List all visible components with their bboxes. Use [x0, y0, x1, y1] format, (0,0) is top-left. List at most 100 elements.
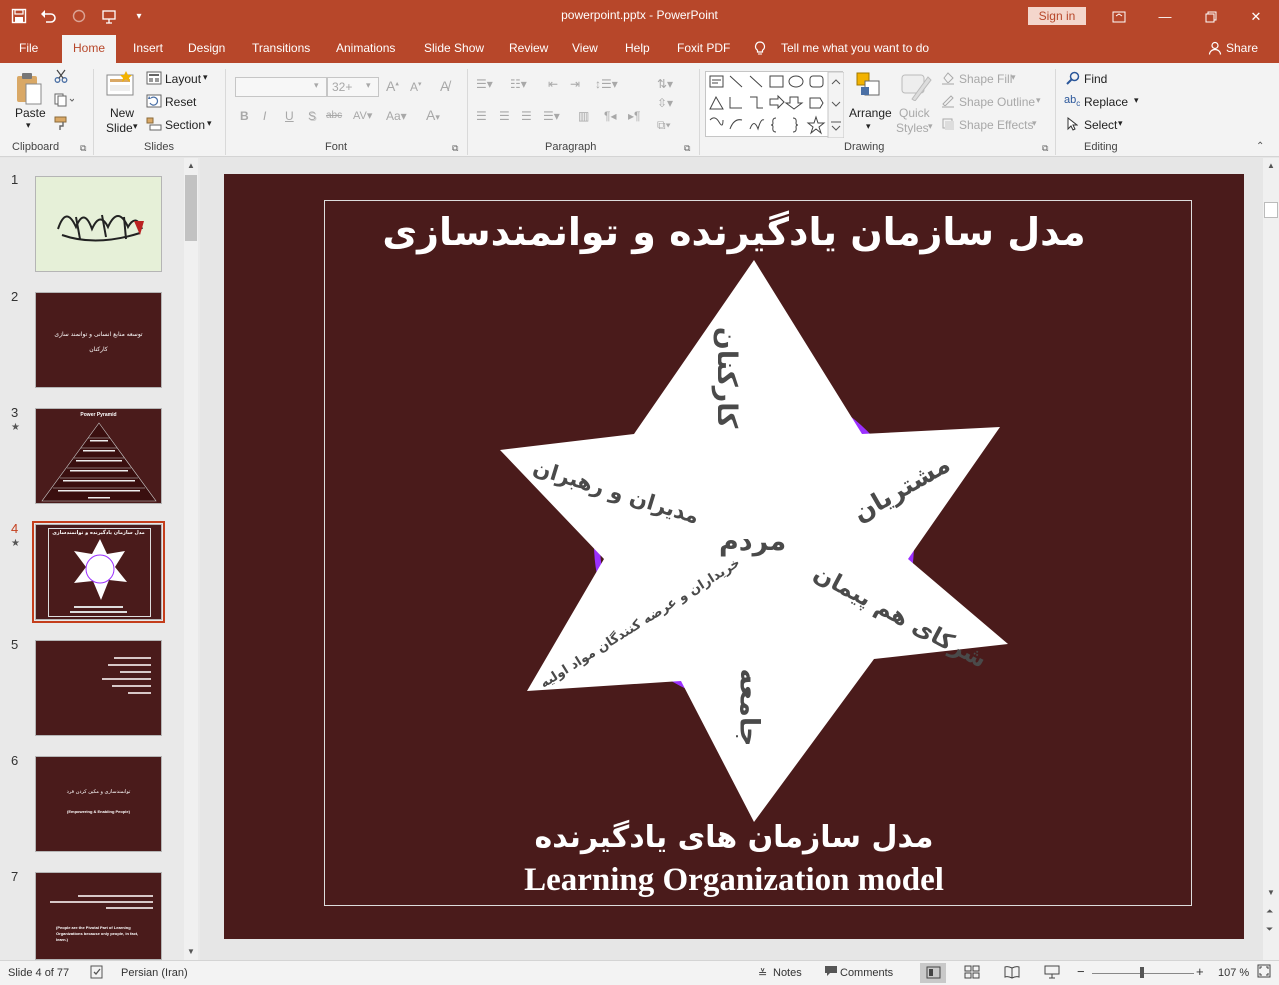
select-button[interactable]: Select [1084, 118, 1117, 132]
comments-icon[interactable] [824, 965, 838, 980]
arrange-button[interactable]: Arrange [849, 106, 892, 120]
clipboard-launcher-icon[interactable]: ⧉ [80, 143, 86, 154]
language-indicator[interactable]: Persian (Iran) [121, 967, 188, 979]
tell-me-search[interactable]: Tell me what you want to do [781, 41, 929, 55]
slide-thumbnail-5[interactable] [35, 640, 162, 736]
thumbnails-scrollbar[interactable]: ▲ ▼ [184, 158, 198, 960]
replace-icon[interactable]: abc [1064, 94, 1080, 108]
editor-scrollbar[interactable]: ▲ ▼ ⏶ ⏷ [1263, 158, 1279, 960]
layout-button[interactable]: Layout [165, 72, 201, 86]
layout-icon[interactable] [146, 71, 162, 88]
tab-slide-show[interactable]: Slide Show [424, 41, 484, 55]
text-shadow-icon[interactable]: S [308, 109, 316, 123]
quick-styles-button[interactable]: Quick [899, 106, 930, 120]
reset-icon[interactable] [146, 94, 162, 111]
numbering-icon[interactable]: ☷▾ [510, 77, 527, 91]
underline-icon[interactable]: U [285, 109, 294, 123]
bold-icon[interactable]: B [240, 109, 249, 123]
notes-button[interactable]: Notes [773, 967, 802, 979]
increase-indent-icon[interactable]: ⇥ [570, 77, 580, 91]
decrease-indent-icon[interactable]: ⇤ [548, 77, 558, 91]
tab-review[interactable]: Review [509, 41, 548, 55]
align-center-icon[interactable]: ☰ [499, 109, 510, 123]
zoom-in-icon[interactable]: + [1196, 964, 1204, 979]
bullets-icon[interactable]: ☰▾ [476, 77, 493, 91]
tab-transitions[interactable]: Transitions [252, 41, 310, 55]
new-slide-button[interactable]: New [110, 106, 134, 120]
zoom-slider-thumb[interactable] [1140, 967, 1144, 978]
previous-slide-icon[interactable]: ⏶ [1266, 906, 1273, 917]
close-icon[interactable]: ✕ [1233, 0, 1279, 33]
comments-button[interactable]: Comments [840, 967, 893, 979]
tab-file[interactable]: File [19, 41, 38, 55]
rtl-icon[interactable]: ¶◂ [604, 109, 616, 123]
notes-icon[interactable]: ≚ [758, 967, 767, 980]
quick-styles-icon[interactable] [900, 71, 932, 104]
font-name-dropdown-icon[interactable]: ▾ [314, 80, 319, 91]
shape-outline-dropdown-icon[interactable]: ▾ [1036, 95, 1041, 106]
font-size-dropdown-icon[interactable]: ▾ [366, 80, 371, 91]
new-slide-icon[interactable] [106, 71, 136, 106]
text-direction-icon[interactable]: ⇅▾ [657, 77, 673, 91]
change-case-icon[interactable]: Aa▾ [386, 109, 407, 123]
scroll-down-icon[interactable]: ▼ [187, 947, 195, 956]
decrease-font-size-icon[interactable]: A▾ [410, 80, 422, 94]
drawing-launcher-icon[interactable]: ⧉ [1042, 143, 1048, 154]
align-left-icon[interactable]: ☰ [476, 109, 487, 123]
cut-icon[interactable] [54, 69, 68, 86]
shape-fill-button[interactable]: Shape Fill [959, 72, 1012, 86]
tab-help[interactable]: Help [625, 41, 650, 55]
reading-view-icon[interactable] [1004, 965, 1020, 982]
share-button[interactable]: Share [1226, 41, 1258, 55]
paste-button[interactable]: Paste [15, 106, 46, 120]
increase-font-size-icon[interactable]: A▴ [386, 78, 399, 94]
current-slide[interactable]: مدل سازمان یادگیرنده و توانمندسازی کارکن… [224, 174, 1244, 939]
spell-check-icon[interactable] [90, 965, 104, 982]
zoom-level[interactable]: 107 % [1218, 967, 1249, 979]
slide-thumbnail-4[interactable]: مدل سازمان یادگیرنده و توانمندسازی [32, 521, 165, 623]
section-button[interactable]: Section [165, 118, 205, 132]
scroll-up-icon[interactable]: ▲ [1267, 161, 1275, 170]
arrange-dropdown-icon[interactable]: ▾ [866, 121, 871, 132]
tab-animations[interactable]: Animations [336, 41, 395, 55]
find-icon[interactable] [1066, 71, 1080, 88]
slide-thumbnail-2[interactable]: توسعه منابع انسانی و توانمند سازی کارکنا… [35, 292, 162, 388]
restore-icon[interactable] [1188, 0, 1234, 33]
ltr-icon[interactable]: ▸¶ [628, 109, 640, 123]
share-person-icon[interactable] [1208, 41, 1222, 58]
paragraph-launcher-icon[interactable]: ⧉ [684, 143, 690, 154]
paste-icon[interactable] [14, 71, 44, 110]
format-painter-icon[interactable] [54, 116, 70, 133]
collapse-ribbon-icon[interactable]: ⌃ [1256, 141, 1264, 152]
minimize-icon[interactable]: — [1142, 0, 1188, 33]
star-label-bottom[interactable]: جامعه [733, 669, 764, 747]
line-spacing-icon[interactable]: ↕☰▾ [595, 77, 618, 91]
replace-button[interactable]: Replace [1084, 95, 1128, 109]
scroll-down-icon[interactable]: ▼ [1267, 888, 1275, 897]
layout-dropdown-icon[interactable]: ▾ [203, 72, 208, 83]
shape-outline-button[interactable]: Shape Outline [959, 95, 1035, 109]
italic-icon[interactable]: I [263, 109, 266, 123]
shape-effects-button[interactable]: Shape Effects [959, 118, 1034, 132]
scrollbar-thumb[interactable] [185, 175, 197, 241]
section-icon[interactable] [146, 117, 162, 134]
quick-styles-button-line2[interactable]: Styles [896, 121, 929, 135]
slide-caption-persian[interactable]: مدل سازمان های یادگیرنده [224, 820, 1244, 855]
font-color-icon[interactable]: A▾ [426, 107, 440, 123]
slide-thumbnail-3[interactable]: Power Pyramid [35, 408, 162, 504]
character-spacing-icon[interactable]: AV▾ [353, 109, 372, 122]
shape-outline-icon[interactable] [941, 94, 955, 111]
tab-insert[interactable]: Insert [133, 41, 163, 55]
font-launcher-icon[interactable]: ⧉ [452, 143, 458, 154]
tab-foxit-pdf[interactable]: Foxit PDF [677, 41, 730, 55]
next-slide-icon[interactable]: ⏷ [1266, 924, 1273, 935]
slide-thumbnail-6[interactable]: توانمندسازی و مکین کردن فرد (Empowering … [35, 756, 162, 852]
slide-caption-english[interactable]: Learning Organization model [224, 862, 1244, 899]
select-icon[interactable] [1066, 116, 1079, 134]
reset-button[interactable]: Reset [165, 95, 196, 109]
replace-dropdown-icon[interactable]: ▾ [1134, 95, 1139, 106]
clear-formatting-icon[interactable]: A̸ [440, 78, 449, 94]
slide-sorter-icon[interactable] [964, 965, 980, 982]
slide-thumbnail-1[interactable] [35, 176, 162, 272]
normal-view-icon[interactable] [920, 963, 946, 983]
